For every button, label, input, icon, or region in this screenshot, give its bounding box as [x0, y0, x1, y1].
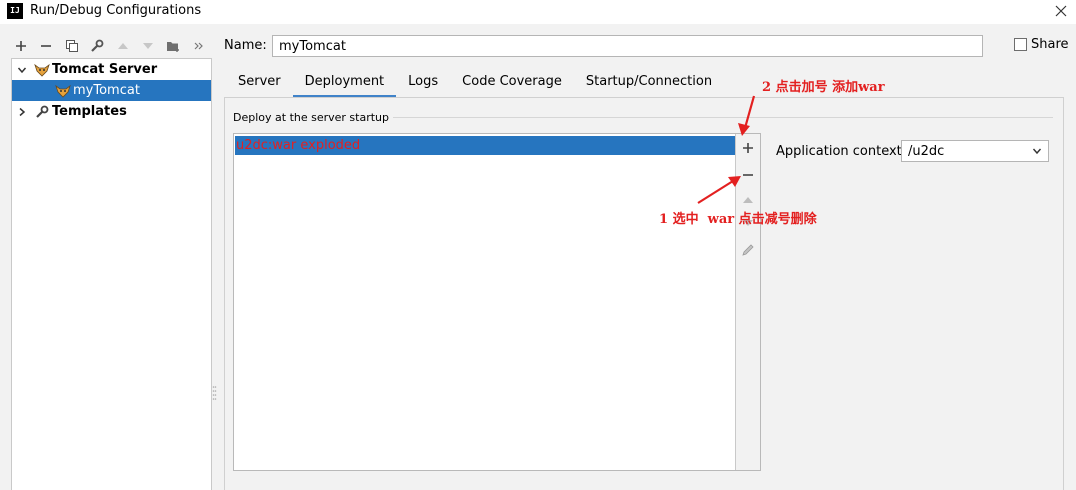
- name-label: Name:: [224, 38, 267, 53]
- tab-code-coverage[interactable]: Code Coverage: [450, 68, 574, 97]
- tree-item-label: Tomcat Server: [52, 62, 158, 77]
- deploy-group-title: Deploy at the server startup: [233, 111, 394, 124]
- remove-configuration-button[interactable]: [36, 36, 58, 56]
- pencil-icon: [742, 244, 754, 256]
- window-title: Run/Debug Configurations: [30, 3, 202, 18]
- configurations-tree: Tomcat Server myTomcat Templates: [11, 58, 212, 490]
- tree-item-templates[interactable]: Templates: [12, 101, 211, 122]
- close-icon: [1055, 5, 1067, 17]
- new-folder-button[interactable]: [163, 36, 185, 56]
- group-divider: [385, 117, 1053, 118]
- arrow-down-icon: [143, 43, 154, 49]
- chevron-right-icon[interactable]: [15, 105, 29, 119]
- tab-server[interactable]: Server: [226, 68, 293, 97]
- wrench-icon: [91, 39, 104, 52]
- minus-icon: [41, 45, 52, 47]
- configurations-toolbar: [10, 36, 210, 56]
- tomcat-config-icon: [55, 83, 71, 99]
- artifact-list[interactable]: u2dc:war exploded: [233, 133, 761, 471]
- close-button[interactable]: [1052, 2, 1070, 20]
- list-item[interactable]: u2dc:war exploded: [235, 136, 735, 155]
- tomcat-icon: [34, 62, 50, 78]
- copy-icon: [65, 40, 78, 52]
- tab-logs[interactable]: Logs: [396, 68, 450, 97]
- edit-defaults-button[interactable]: [87, 36, 109, 56]
- chevron-down-icon[interactable]: [15, 63, 29, 77]
- share-checkbox[interactable]: Share: [1014, 37, 1069, 52]
- tree-item-label: myTomcat: [73, 83, 140, 98]
- more-actions-button[interactable]: [189, 36, 211, 56]
- artifact-list-toolbar: [735, 134, 760, 470]
- annotation-remove: 1 选中 war 点击减号删除: [659, 212, 817, 227]
- add-configuration-button[interactable]: [10, 36, 32, 56]
- application-context-value: /u2dc: [908, 143, 945, 159]
- plus-icon: [743, 143, 753, 153]
- move-down-button[interactable]: [138, 36, 160, 56]
- config-tabs: Server Deployment Logs Code Coverage Sta…: [226, 68, 724, 97]
- remove-artifact-button[interactable]: [739, 166, 757, 184]
- splitter-handle[interactable]: [212, 384, 217, 402]
- name-input[interactable]: [272, 35, 983, 57]
- copy-configuration-button[interactable]: [61, 36, 83, 56]
- share-label: Share: [1031, 37, 1069, 52]
- add-artifact-button[interactable]: [739, 139, 757, 157]
- folder-icon: [167, 41, 180, 52]
- annotation-add: 2 点击加号 添加war: [762, 80, 885, 95]
- tree-item-mytomcat[interactable]: myTomcat: [12, 80, 211, 101]
- application-context-dropdown[interactable]: /u2dc: [901, 140, 1049, 162]
- arrow-up-icon: [743, 197, 753, 203]
- move-up-artifact-button[interactable]: [739, 191, 757, 209]
- wrench-icon: [34, 104, 50, 120]
- edit-artifact-button[interactable]: [739, 241, 757, 259]
- tab-deployment[interactable]: Deployment: [292, 68, 397, 97]
- plus-icon: [15, 41, 26, 51]
- tree-item-tomcat-server[interactable]: Tomcat Server: [12, 59, 211, 80]
- minus-icon: [743, 174, 753, 176]
- double-chevron-right-icon: [194, 42, 204, 50]
- arrow-up-icon: [117, 43, 128, 49]
- tree-item-label: Templates: [52, 104, 127, 119]
- chevron-down-icon: [1032, 148, 1042, 155]
- title-bar: IJ Run/Debug Configurations: [0, 0, 1076, 24]
- application-context-label: Application context:: [776, 144, 907, 159]
- tab-startup-connection[interactable]: Startup/Connection: [574, 68, 724, 97]
- move-up-button[interactable]: [112, 36, 134, 56]
- checkbox-box[interactable]: [1014, 38, 1027, 51]
- intellij-logo-icon: IJ: [7, 3, 23, 19]
